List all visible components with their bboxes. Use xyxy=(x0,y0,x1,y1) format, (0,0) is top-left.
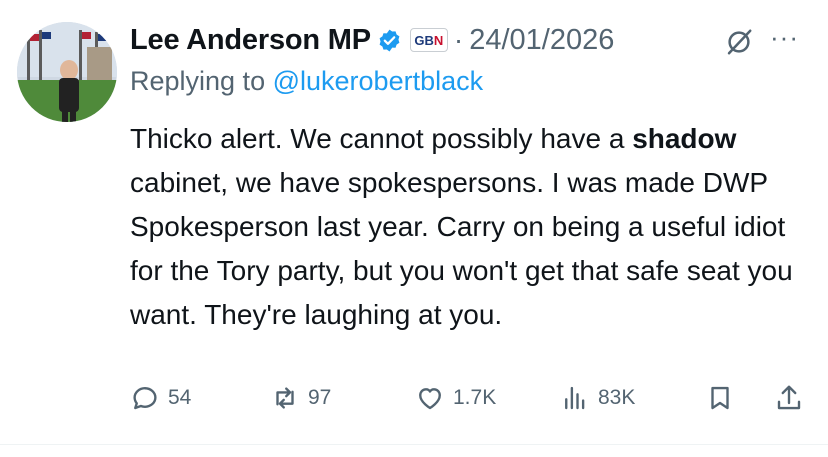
replying-to: Replying to @lukerobertblack xyxy=(130,66,483,97)
more-options-icon[interactable]: ··· xyxy=(770,22,799,53)
grok-icon[interactable] xyxy=(724,27,754,57)
heart-icon xyxy=(419,388,441,410)
tweet-text: Thicko alert. We cannot possibly have a … xyxy=(130,123,793,330)
repost-count: 97 xyxy=(308,386,332,409)
separator-dot: · xyxy=(453,24,464,55)
reply-button[interactable]: 54 xyxy=(130,380,191,416)
replying-handle-link[interactable]: @lukerobertblack xyxy=(273,66,484,96)
like-button[interactable]: 1.7K xyxy=(415,380,496,416)
hashtag-bold-text: shadow xyxy=(632,123,737,154)
tweet-header: Lee Anderson MP GB N · 24/01/2026 xyxy=(130,18,614,62)
tweet-actions: 54 97 1.7K 83K xyxy=(130,380,810,416)
avatar[interactable] xyxy=(17,22,117,122)
replying-prefix: Replying to xyxy=(130,66,266,96)
reply-icon xyxy=(133,387,157,410)
affiliation-badge[interactable]: GB N xyxy=(409,28,448,52)
views-chart-icon xyxy=(565,386,585,410)
bookmark-icon xyxy=(711,386,729,410)
like-count: 1.7K xyxy=(453,386,497,409)
bookmark-button[interactable] xyxy=(705,380,735,416)
views-count: 83K xyxy=(598,386,636,409)
share-icon xyxy=(777,385,801,410)
divider xyxy=(0,444,828,445)
tweet-date[interactable]: 24/01/2026 xyxy=(469,24,614,57)
share-button[interactable] xyxy=(774,380,804,416)
author-name[interactable]: Lee Anderson MP xyxy=(130,24,371,57)
repost-icon xyxy=(276,387,294,409)
reply-count: 54 xyxy=(168,386,192,409)
verified-badge-icon[interactable] xyxy=(377,28,402,53)
views-button[interactable]: 83K xyxy=(560,380,635,416)
avatar-photo xyxy=(17,22,117,122)
repost-button[interactable]: 97 xyxy=(270,380,331,416)
